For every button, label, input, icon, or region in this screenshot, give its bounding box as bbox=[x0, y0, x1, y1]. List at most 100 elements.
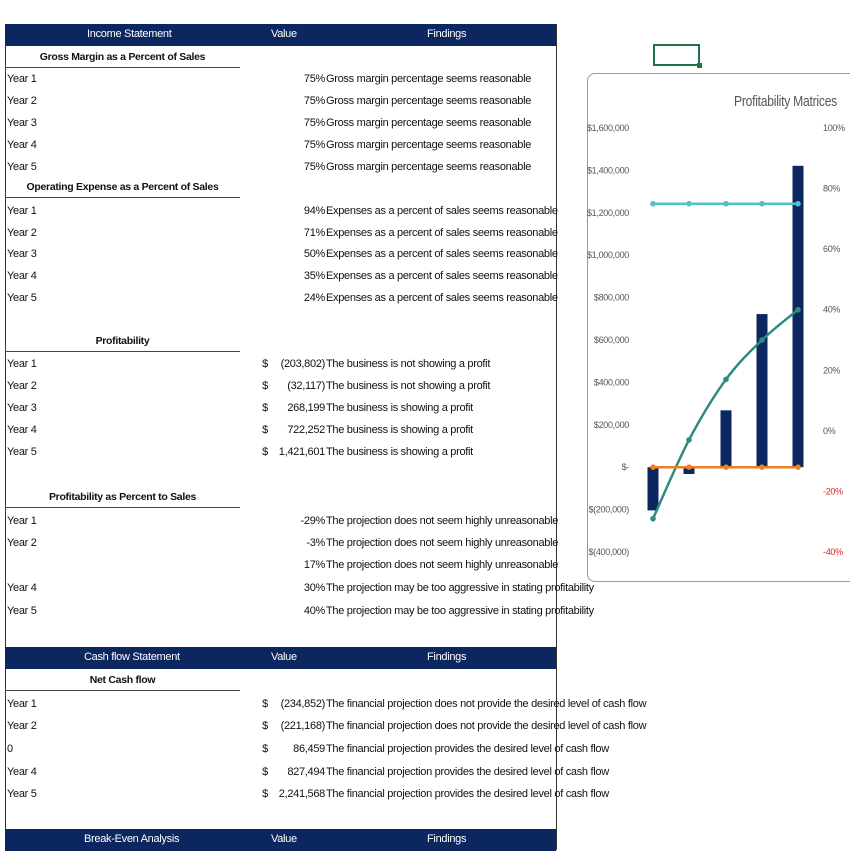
row-value[interactable]: 40% bbox=[265, 600, 325, 622]
row-value[interactable]: 722,252 bbox=[265, 419, 325, 441]
row-label[interactable]: Year 4 bbox=[7, 134, 37, 156]
row-value[interactable]: 30% bbox=[265, 577, 325, 599]
table-row: Year 5 75% Gross margin percentage seems r… bbox=[5, 156, 605, 178]
row-label[interactable]: Year 4 bbox=[7, 419, 37, 441]
row-value[interactable]: (32,117) bbox=[265, 375, 325, 397]
row-value[interactable]: 94% bbox=[265, 200, 325, 222]
row-finding[interactable]: The financial projection provides the de… bbox=[326, 761, 609, 783]
row-value[interactable]: 1,421,601 bbox=[265, 441, 326, 463]
row-value[interactable]: 75% bbox=[265, 90, 325, 112]
bar bbox=[647, 467, 659, 511]
table-row: Year 4 $722,252 The business is showing a … bbox=[5, 419, 605, 441]
row-finding[interactable]: The business is showing a profit bbox=[326, 397, 473, 419]
table-row: Year 2 $ (32,117) The business is not showi… bbox=[5, 375, 605, 397]
row-label[interactable]: Year 5 bbox=[7, 156, 37, 178]
row-value[interactable]: 50% bbox=[265, 243, 325, 265]
row-value[interactable]: 24% bbox=[265, 287, 325, 309]
row-value[interactable]: 35% bbox=[265, 265, 325, 287]
row-value[interactable]: 268,199 bbox=[265, 397, 325, 419]
row-finding[interactable]: Expenses as a percent of sales seems rea… bbox=[326, 265, 558, 287]
table-row: Year 5 40% The projection may be too aggre… bbox=[5, 600, 605, 622]
row-label[interactable]: Year 3 bbox=[7, 112, 37, 134]
row-label[interactable]: Year 2 bbox=[7, 90, 37, 112]
row-value[interactable]: 75% bbox=[265, 112, 325, 134]
row-label[interactable]: Year 3 bbox=[7, 243, 37, 265]
row-label[interactable]: Year 5 bbox=[7, 287, 37, 309]
row-label[interactable]: Year 4 bbox=[7, 265, 37, 287]
row-label[interactable]: Year 5 bbox=[7, 441, 37, 463]
row-finding[interactable]: The projection does not seem highly unre… bbox=[326, 532, 558, 554]
right-axis-tick: 20% bbox=[823, 365, 840, 375]
row-value[interactable]: (203,802) bbox=[265, 353, 326, 375]
header-col2: Value bbox=[271, 28, 297, 40]
row-label[interactable]: 0 bbox=[7, 738, 13, 760]
row-value[interactable]: 17% bbox=[265, 554, 325, 576]
header-col3: Findings bbox=[427, 833, 467, 845]
table-row: Year 4 $827,494 The financial projection p… bbox=[5, 761, 609, 783]
profitability-chart[interactable]: Profitability Matrices $(400,000) $(200,00… bbox=[587, 73, 850, 582]
row-finding[interactable]: Gross margin percentage seems reasonable bbox=[326, 90, 531, 112]
row-label[interactable]: Year 2 bbox=[7, 715, 37, 737]
series-point bbox=[723, 200, 729, 207]
row-finding[interactable]: Expenses as a percent of sales seems rea… bbox=[326, 200, 558, 222]
bar bbox=[720, 410, 732, 468]
row-finding[interactable]: Expenses as a percent of sales seems rea… bbox=[326, 222, 558, 244]
row-label[interactable]: Year 5 bbox=[7, 600, 37, 622]
row-value[interactable]: -3% bbox=[265, 532, 325, 554]
row-label[interactable]: Year 4 bbox=[7, 761, 37, 783]
table-row: Year 2 71% Expenses as a percent of sales … bbox=[5, 222, 605, 244]
row-value[interactable]: 71% bbox=[265, 222, 325, 244]
table-row: Year 4 75% Gross margin percentage seems r… bbox=[5, 134, 605, 156]
row-label[interactable]: Year 2 bbox=[7, 375, 37, 397]
row-value[interactable]: 75% bbox=[265, 134, 325, 156]
row-label[interactable]: Year 1 bbox=[7, 510, 37, 532]
cash-flow-header: Cash flow Statement Value Findings bbox=[5, 647, 556, 669]
fill-handle[interactable] bbox=[697, 63, 702, 68]
row-finding[interactable]: The business is showing a profit bbox=[326, 441, 473, 463]
row-finding[interactable]: The projection does not seem highly unre… bbox=[326, 554, 558, 576]
right-axis-tick: 80% bbox=[823, 184, 840, 194]
selected-cell[interactable] bbox=[653, 44, 700, 66]
row-label[interactable]: Year 4 bbox=[7, 577, 37, 599]
row-value[interactable]: (221,168) bbox=[265, 715, 326, 737]
row-label[interactable]: Year 2 bbox=[7, 532, 37, 554]
row-value[interactable]: (234,852) bbox=[265, 693, 326, 715]
header-col2: Value bbox=[271, 651, 297, 663]
row-finding[interactable]: The projection does not seem highly unre… bbox=[326, 510, 558, 532]
row-label[interactable]: Year 1 bbox=[7, 200, 37, 222]
row-finding[interactable]: Expenses as a percent of sales seems rea… bbox=[326, 243, 558, 265]
row-value[interactable]: 75% bbox=[265, 68, 325, 90]
row-finding[interactable]: The financial projection provides the de… bbox=[326, 738, 609, 760]
row-finding[interactable]: The projection may be too aggressive in … bbox=[326, 577, 594, 599]
row-label[interactable]: Year 2 bbox=[7, 222, 37, 244]
row-finding[interactable]: The business is not showing a profit bbox=[326, 353, 490, 375]
row-finding[interactable]: Gross margin percentage seems reasonable bbox=[326, 112, 531, 134]
table-row: Year 2 75% Gross margin percentage seems r… bbox=[5, 90, 605, 112]
row-label[interactable]: Year 3 bbox=[7, 397, 37, 419]
row-finding[interactable]: Gross margin percentage seems reasonable bbox=[326, 134, 531, 156]
series-point bbox=[759, 337, 765, 343]
series-point bbox=[650, 515, 656, 522]
row-label[interactable]: Year 1 bbox=[7, 353, 37, 375]
row-finding[interactable]: Expenses as a percent of sales seems rea… bbox=[326, 287, 558, 309]
right-axis-tick: 100% bbox=[823, 123, 845, 133]
row-finding[interactable]: Gross margin percentage seems reasonable bbox=[326, 68, 531, 90]
row-finding[interactable]: The business is not showing a profit bbox=[326, 375, 490, 397]
row-value[interactable]: 86,459 bbox=[265, 738, 325, 760]
series-point bbox=[759, 200, 765, 207]
row-finding[interactable]: The financial projection does not provid… bbox=[326, 693, 647, 715]
row-finding[interactable]: The projection may be too aggressive in … bbox=[326, 600, 594, 622]
series-point bbox=[795, 464, 801, 471]
row-label[interactable]: Year 1 bbox=[7, 68, 37, 90]
row-finding[interactable]: Gross margin percentage seems reasonable bbox=[326, 156, 531, 178]
row-value[interactable]: 75% bbox=[265, 156, 325, 178]
row-finding[interactable]: The financial projection does not provid… bbox=[326, 715, 647, 737]
row-value[interactable]: 827,494 bbox=[265, 761, 325, 783]
row-finding[interactable]: The financial projection provides the de… bbox=[326, 783, 609, 805]
row-label[interactable]: Year 5 bbox=[7, 783, 37, 805]
row-finding[interactable]: The business is showing a profit bbox=[326, 419, 473, 441]
row-value[interactable]: -29% bbox=[265, 510, 326, 532]
header-col3: Findings bbox=[427, 651, 467, 663]
row-value[interactable]: 2,241,568 bbox=[265, 783, 326, 805]
row-label[interactable]: Year 1 bbox=[7, 693, 37, 715]
